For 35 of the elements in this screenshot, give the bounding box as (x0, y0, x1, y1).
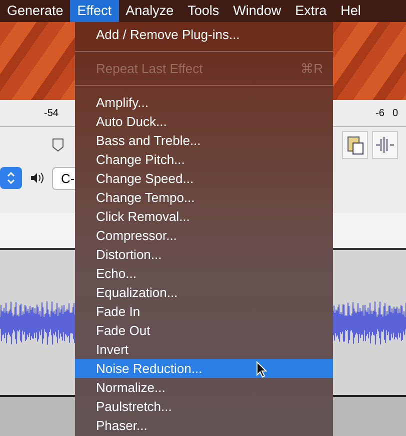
mouse-pointer-icon (256, 361, 267, 378)
menu-item[interactable]: Fade In (75, 302, 333, 321)
menu-item[interactable]: Auto Duck... (75, 112, 333, 131)
menu-item[interactable]: Bass and Treble... (75, 131, 333, 150)
menu-item[interactable]: Fade Out (75, 321, 333, 340)
speaker-icon (30, 172, 44, 184)
menu-item[interactable]: Echo... (75, 264, 333, 283)
slider-thumb-icon[interactable] (52, 138, 64, 152)
menu-item[interactable]: Noise Reduction... (75, 359, 333, 378)
menu-item[interactable]: Phaser... (75, 416, 333, 435)
up-down-chevron-icon (6, 171, 16, 185)
paste-icon[interactable] (342, 131, 368, 159)
menu-bar-item[interactable]: Analyze (118, 0, 181, 22)
trim-icon[interactable] (372, 131, 398, 159)
menu-bar-item[interactable]: Window (226, 0, 288, 22)
menu-item[interactable]: Add / Remove Plug-ins... (75, 25, 333, 44)
menu-item[interactable]: Distortion... (75, 245, 333, 264)
menu-item[interactable]: Paulstretch... (75, 397, 333, 416)
menu-bar-item[interactable]: Generate (0, 0, 70, 22)
menu-bar-item[interactable]: Tools (180, 0, 226, 22)
meter-tick-label: -6 (374, 108, 386, 118)
menu-item[interactable]: Invert (75, 340, 333, 359)
menu-item[interactable]: Equalization... (75, 283, 333, 302)
menu-bar-item[interactable]: Extra (288, 0, 334, 22)
menu-item[interactable]: Amplify... (75, 93, 333, 112)
menu-item[interactable]: Change Tempo... (75, 188, 333, 207)
menu-item[interactable]: Change Pitch... (75, 150, 333, 169)
menu-bar-item[interactable]: Effect (70, 0, 119, 22)
menu-item[interactable]: Click Removal... (75, 207, 333, 226)
menu-item[interactable]: Normalize... (75, 378, 333, 397)
meter-tick-label: 0 (391, 108, 399, 118)
stepper-button[interactable] (0, 167, 22, 189)
menu-item[interactable]: Change Speed... (75, 169, 333, 188)
meter-tick-label: -54 (43, 108, 60, 118)
menu-bar-item[interactable]: Hel (334, 0, 368, 22)
